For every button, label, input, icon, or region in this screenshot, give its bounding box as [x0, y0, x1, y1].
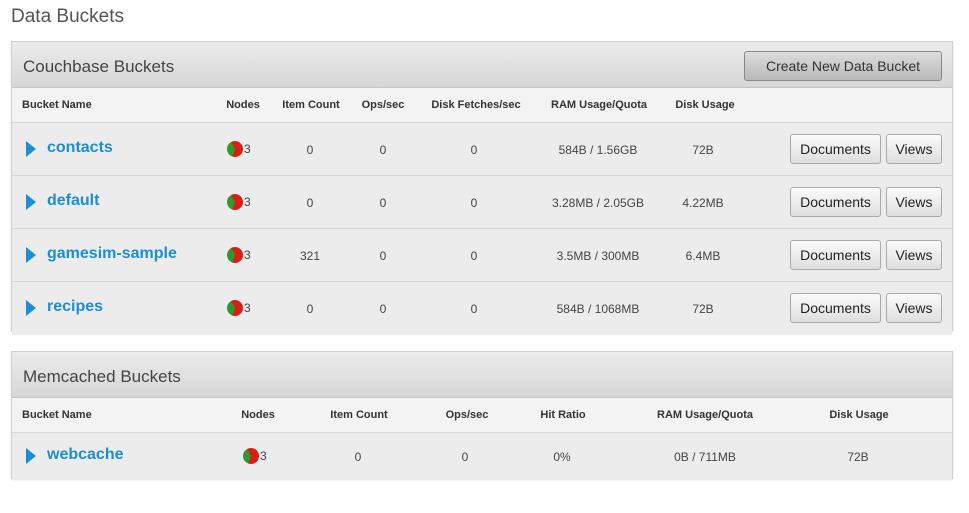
couchbase-column-headers: Bucket Name Nodes Item Count Ops/sec Dis…: [12, 88, 952, 123]
couchbase-panel-title: Couchbase Buckets: [23, 57, 175, 76]
nodes-status: 3: [227, 247, 251, 263]
disk-usage: 72B: [847, 450, 869, 464]
node-status-pie-icon: [243, 448, 259, 464]
column-item-count: Item Count: [282, 99, 340, 111]
item-count: 321: [299, 249, 321, 263]
column-item-count: Item Count: [330, 409, 388, 421]
node-count: 3: [244, 142, 251, 156]
triangle-right-icon[interactable]: [26, 247, 36, 263]
table-row: webcache 3 0 0 0% 0B / 711MB 72B: [12, 433, 952, 479]
views-button[interactable]: Views: [886, 240, 942, 270]
column-disk-usage: Disk Usage: [829, 409, 889, 421]
bucket-name-link[interactable]: default: [47, 192, 99, 210]
bucket-name-link[interactable]: recipes: [47, 298, 103, 316]
couchbase-panel-header: Couchbase Buckets Create New Data Bucket: [12, 42, 952, 88]
hit-ratio: 0%: [553, 450, 571, 464]
column-disk-usage: Disk Usage: [675, 99, 735, 111]
bucket-name-link[interactable]: contacts: [47, 139, 113, 157]
table-row: gamesim-sample 3 321 0 0 3.5MB / 300MB 6…: [12, 229, 952, 282]
ram-usage: 584B / 1068MB: [556, 302, 640, 316]
item-count: 0: [354, 450, 362, 464]
node-count: 3: [260, 449, 267, 463]
ops-sec: 0: [461, 450, 469, 464]
disk-usage: 72B: [692, 302, 714, 316]
create-new-data-bucket-button[interactable]: Create New Data Bucket: [744, 51, 942, 81]
disk-usage: 4.22MB: [682, 196, 724, 210]
table-row: contacts 3 0 0 0 584B / 1.56GB 72B Docum…: [12, 123, 952, 176]
nodes-status: 3: [243, 448, 267, 464]
disk-fetches: 0: [470, 143, 478, 157]
nodes-status: 3: [227, 141, 251, 157]
bucket-name-link[interactable]: webcache: [47, 446, 123, 464]
page-title: Data Buckets: [11, 6, 124, 27]
bucket-name-link[interactable]: gamesim-sample: [47, 245, 177, 263]
couchbase-buckets-panel: Couchbase Buckets Create New Data Bucket…: [11, 41, 953, 335]
triangle-right-icon[interactable]: [26, 448, 36, 464]
views-button[interactable]: Views: [886, 134, 942, 164]
nodes-status: 3: [227, 194, 251, 210]
column-bucket-name: Bucket Name: [22, 409, 92, 421]
node-status-pie-icon: [227, 300, 243, 316]
column-ram-usage: RAM Usage/Quota: [551, 99, 647, 111]
ram-usage: 584B / 1.56GB: [558, 143, 638, 157]
node-status-pie-icon: [227, 141, 243, 157]
triangle-right-icon[interactable]: [26, 194, 36, 210]
disk-usage: 72B: [692, 143, 714, 157]
node-count: 3: [244, 195, 251, 209]
node-status-pie-icon: [227, 247, 243, 263]
ram-usage: 0B / 711MB: [674, 450, 736, 464]
table-row: default 3 0 0 0 3.28MB / 2.05GB 4.22MB D…: [12, 176, 952, 229]
disk-fetches: 0: [470, 249, 478, 263]
node-status-pie-icon: [227, 194, 243, 210]
node-count: 3: [244, 301, 251, 315]
ram-usage: 3.5MB / 300MB: [556, 249, 640, 263]
item-count: 0: [306, 143, 314, 157]
item-count: 0: [306, 302, 314, 316]
ops-sec: 0: [379, 302, 387, 316]
memcached-column-headers: Bucket Name Nodes Item Count Ops/sec Hit…: [12, 398, 952, 433]
disk-fetches: 0: [470, 302, 478, 316]
triangle-right-icon[interactable]: [26, 300, 36, 316]
item-count: 0: [306, 196, 314, 210]
table-row: recipes 3 0 0 0 584B / 1068MB 72B Docume…: [12, 282, 952, 335]
disk-fetches: 0: [470, 196, 478, 210]
disk-usage: 6.4MB: [685, 249, 721, 263]
column-bucket-name: Bucket Name: [22, 99, 92, 111]
column-ops-sec: Ops/sec: [445, 409, 489, 421]
column-hit-ratio: Hit Ratio: [540, 409, 586, 421]
node-count: 3: [244, 248, 251, 262]
ram-usage: 3.28MB / 2.05GB: [551, 196, 645, 210]
views-button[interactable]: Views: [886, 187, 942, 217]
triangle-right-icon[interactable]: [26, 141, 36, 157]
memcached-panel-header: Memcached Buckets: [12, 352, 952, 398]
memcached-buckets-panel: Memcached Buckets Bucket Name Nodes Item…: [11, 351, 953, 479]
documents-button[interactable]: Documents: [790, 293, 881, 323]
column-ops-sec: Ops/sec: [361, 99, 405, 111]
column-disk-fetches: Disk Fetches/sec: [431, 99, 521, 111]
nodes-status: 3: [227, 300, 251, 316]
ops-sec: 0: [379, 196, 387, 210]
column-ram-usage: RAM Usage/Quota: [657, 409, 753, 421]
column-nodes: Nodes: [226, 99, 260, 111]
ops-sec: 0: [379, 143, 387, 157]
documents-button[interactable]: Documents: [790, 240, 881, 270]
memcached-panel-title: Memcached Buckets: [23, 367, 181, 386]
column-nodes: Nodes: [241, 409, 275, 421]
documents-button[interactable]: Documents: [790, 134, 881, 164]
views-button[interactable]: Views: [886, 293, 942, 323]
ops-sec: 0: [379, 249, 387, 263]
documents-button[interactable]: Documents: [790, 187, 881, 217]
